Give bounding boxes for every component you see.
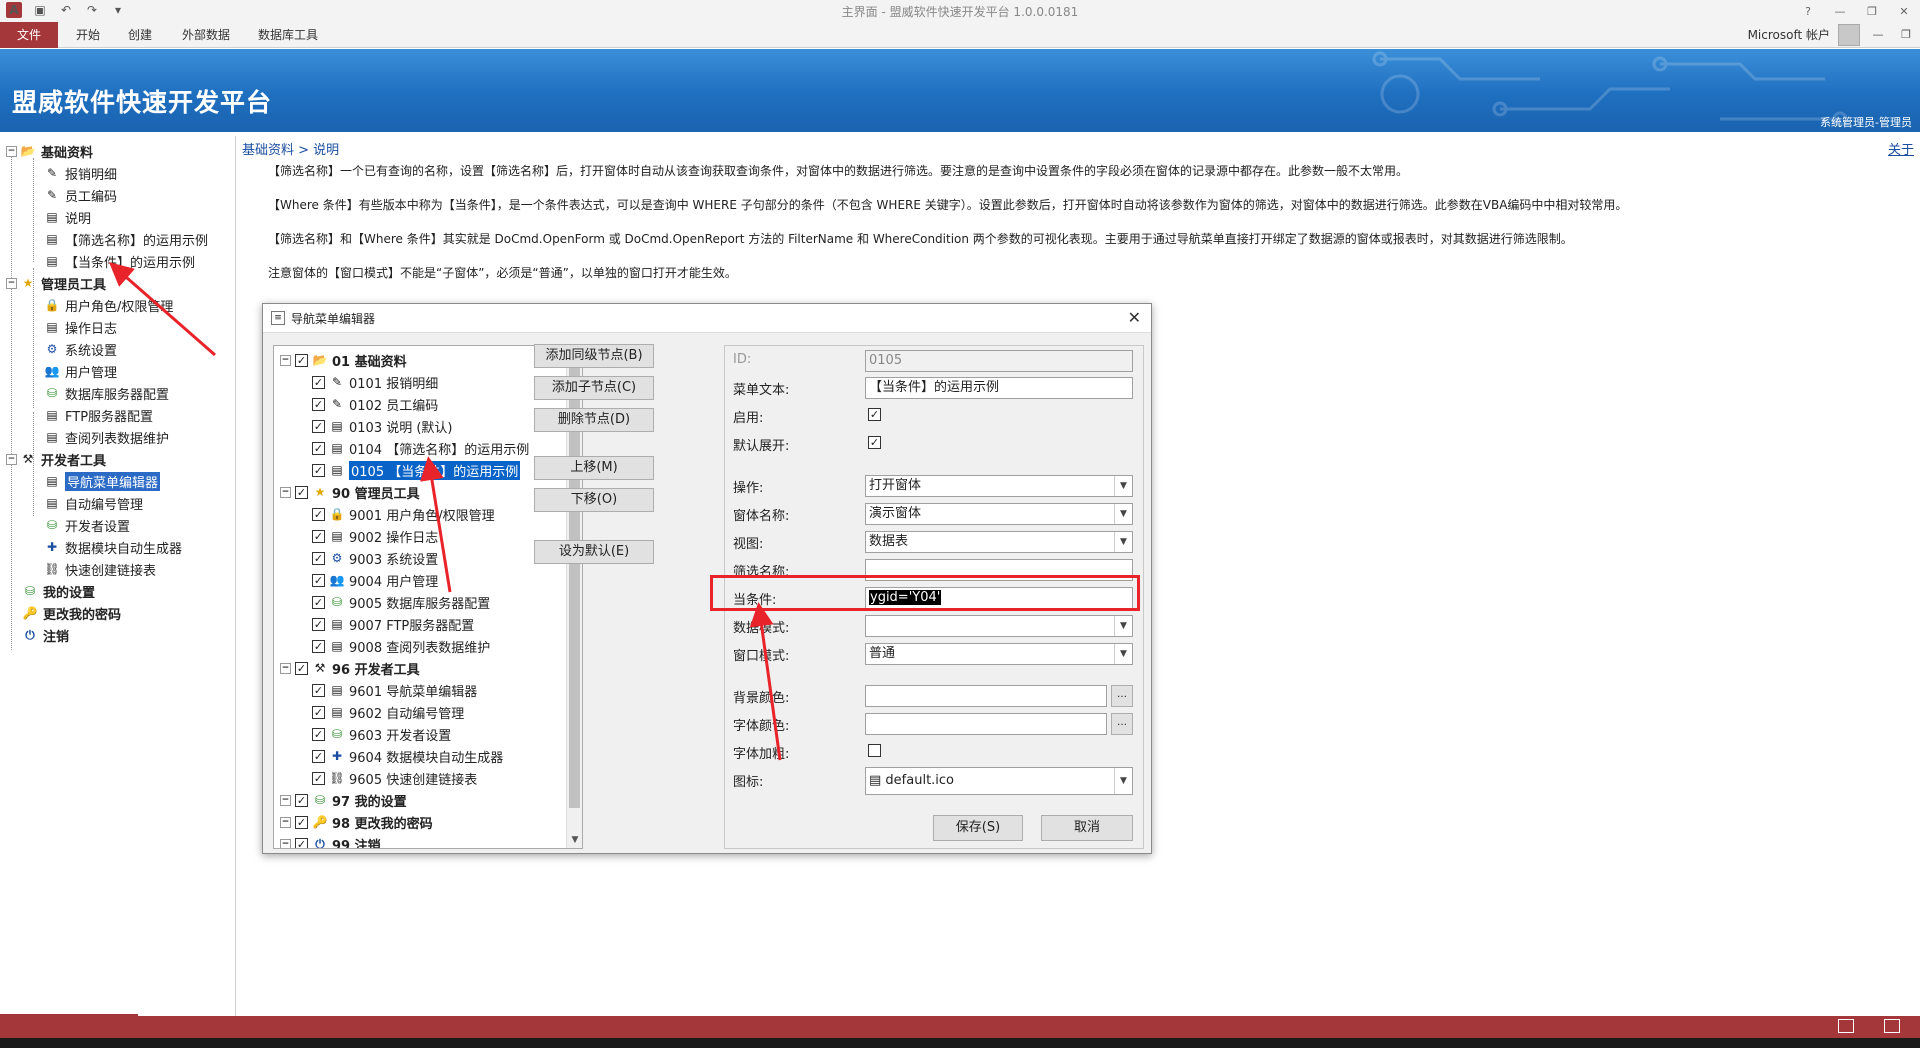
status-bar <box>0 1016 1920 1038</box>
annotation-arrow-icon <box>420 456 452 593</box>
form-view-icon[interactable] <box>1838 1019 1854 1033</box>
annotation-arrow-icon <box>749 602 782 761</box>
design-view-icon[interactable] <box>1884 1019 1900 1033</box>
taskbar <box>0 1038 1920 1048</box>
annotation-arrow-icon <box>108 262 216 357</box>
annotation-arrows <box>108 262 782 761</box>
